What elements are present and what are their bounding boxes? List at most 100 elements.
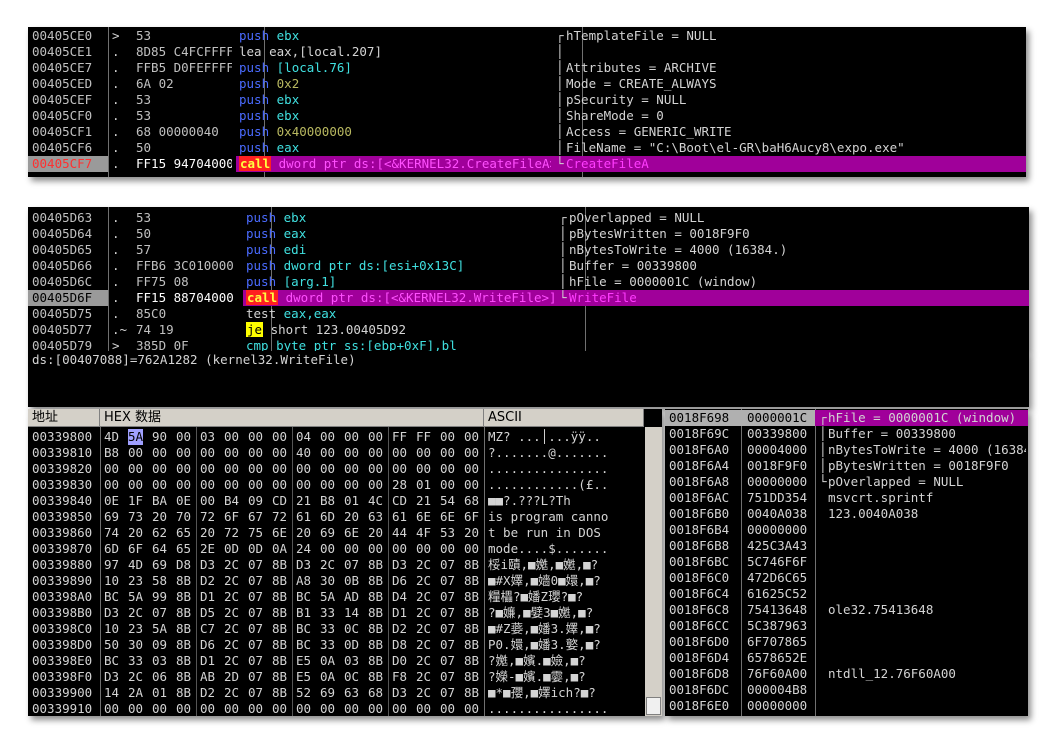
hex-byte[interactable]: 07 xyxy=(440,685,455,701)
dump-address[interactable]: 00339820 xyxy=(32,461,92,477)
dump-header-address[interactable]: 地址 xyxy=(28,409,100,427)
instruction[interactable]: push [arg.1] xyxy=(246,274,554,290)
hex-byte[interactable]: FF xyxy=(392,429,407,445)
ascii-text[interactable]: MZ? ...│...ÿÿ.. xyxy=(488,429,643,445)
hex-byte[interactable]: 0A xyxy=(320,653,335,669)
ascii-text[interactable]: ................ xyxy=(488,701,643,716)
hex-byte[interactable]: 00 xyxy=(152,701,167,716)
stack-address[interactable]: 0018F6C8 xyxy=(669,602,729,618)
address[interactable]: 00405D77 xyxy=(32,322,92,338)
hex-bytes[interactable]: 6A 02 xyxy=(136,76,232,92)
hex-byte[interactable]: 07 xyxy=(440,557,455,573)
hex-byte[interactable]: D3 xyxy=(200,557,215,573)
hex-byte[interactable]: 00 xyxy=(176,445,191,461)
hex-bytes[interactable]: 53 xyxy=(136,210,239,226)
hex-byte[interactable]: 4D xyxy=(104,429,119,445)
hex-byte[interactable]: 62 xyxy=(152,525,167,541)
hex-byte[interactable]: 33 xyxy=(320,621,335,637)
hex-byte[interactable]: FF xyxy=(416,429,431,445)
stack-row[interactable]: 0018F6D0 6F707865 xyxy=(665,634,1028,650)
dump-address[interactable]: 00339860 xyxy=(32,525,92,541)
dump-row[interactable]: 003398A0 BC 5A 99 8B D1 2C 07 8B BC 5A AD 8B D4 2C 07 8B… xyxy=(28,589,662,605)
stack-address[interactable]: 0018F6B0 xyxy=(669,506,729,522)
stack-address[interactable]: 0018F6B4 xyxy=(669,522,729,538)
stack-address[interactable]: 0018F6AC xyxy=(669,490,729,506)
hex-byte[interactable]: 4F xyxy=(416,525,431,541)
hex-byte[interactable]: 07 xyxy=(248,589,263,605)
dump-row[interactable]: 00339890 10 23 58 8B D2 2C 07 8B A8 30 0B 8B D6 2C 07 8B… xyxy=(28,573,662,589)
hex-byte[interactable]: 8B xyxy=(272,605,287,621)
stack-address[interactable]: 0018F6E0 xyxy=(669,698,729,714)
dump-row[interactable]: 003398B0 D3 2C 07 8B D5 2C 07 8B B1 33 14 8B D1 2C 07 8B… xyxy=(28,605,662,621)
hex-byte[interactable]: 63 xyxy=(344,685,359,701)
hex-byte[interactable]: 21 xyxy=(416,493,431,509)
instruction[interactable]: push eax xyxy=(239,140,551,156)
hex-byte[interactable]: 00 xyxy=(200,445,215,461)
address[interactable]: 00405D79 xyxy=(32,338,92,351)
hex-byte[interactable]: 01 xyxy=(152,685,167,701)
stack-address[interactable]: 0018F6A0 xyxy=(669,442,729,458)
hex-byte[interactable]: 00 xyxy=(344,477,359,493)
stack-row[interactable]: 0018F6CC 5C387963 xyxy=(665,618,1028,634)
hex-byte[interactable]: 01 xyxy=(416,477,431,493)
dump-row[interactable]: 00339840 0E 1F BA 0E 00 B4 09 CD 21 B8 01 4C CD 21 54 68… xyxy=(28,493,662,509)
address[interactable]: 00405D75 xyxy=(32,306,92,322)
hex-byte[interactable]: 07 xyxy=(440,605,455,621)
hex-byte[interactable]: 61 xyxy=(392,509,407,525)
hex-byte[interactable]: 00 xyxy=(200,493,215,509)
hex-byte[interactable]: 2C xyxy=(224,621,239,637)
stack-address[interactable]: 0018F6C4 xyxy=(669,586,729,602)
hex-byte[interactable]: 8B xyxy=(368,557,383,573)
hex-byte[interactable]: 69 xyxy=(320,525,335,541)
hex-bytes[interactable]: FF15 94704000 xyxy=(136,156,232,172)
address[interactable]: 00405D6C xyxy=(32,274,92,290)
stack-value[interactable]: 5C387963 xyxy=(747,618,807,634)
hex-bytes[interactable]: FF15 88704000 xyxy=(136,290,239,306)
hex-byte[interactable]: 8B xyxy=(368,589,383,605)
hex-byte[interactable]: 00 xyxy=(128,701,143,716)
instruction[interactable]: push eax xyxy=(246,226,554,242)
hex-byte[interactable]: 20 xyxy=(152,509,167,525)
hex-byte[interactable]: 00 xyxy=(296,477,311,493)
hex-byte[interactable]: 00 xyxy=(416,445,431,461)
instruction[interactable]: test eax,eax xyxy=(246,306,554,322)
instruction[interactable]: cmp byte ptr ss:[ebp+0xF],bl xyxy=(246,338,554,351)
hex-byte[interactable]: 2A xyxy=(128,685,143,701)
ascii-text[interactable]: 桵i賾,■嬔,■嬔,■? xyxy=(488,557,643,573)
hex-byte[interactable]: 8B xyxy=(272,685,287,701)
stack-value[interactable]: 75413648 xyxy=(747,602,807,618)
disasm-row[interactable]: 00405D77 .~ 74 19 je short 123.00405D92 xyxy=(28,322,1029,338)
stack-address[interactable]: 0018F6BC xyxy=(669,554,729,570)
instruction[interactable]: push dword ptr ds:[esi+0x13C] xyxy=(246,258,554,274)
hex-byte[interactable]: B1 xyxy=(296,605,311,621)
stack-address[interactable]: 0018F6D4 xyxy=(669,650,729,666)
hex-byte[interactable]: CD xyxy=(272,493,287,509)
disasm-row[interactable]: 00405D64. 50 push eax │ pBytesWritten = 0018… xyxy=(28,226,1029,242)
address[interactable]: 00405CEF xyxy=(32,92,92,108)
hex-byte[interactable]: 00 xyxy=(128,477,143,493)
dump-address[interactable]: 003398E0 xyxy=(32,653,92,669)
instruction[interactable]: push ebx xyxy=(239,28,551,44)
hex-byte[interactable]: 00 xyxy=(440,445,455,461)
hex-byte[interactable]: 00 xyxy=(128,445,143,461)
address[interactable]: 00405CE0 xyxy=(32,28,92,44)
hex-byte[interactable]: 00 xyxy=(392,701,407,716)
hex-byte[interactable]: 00 xyxy=(392,461,407,477)
stack-row[interactable]: 0018F6A0 00004000 │ nBytesToWrite = 4000 (1… xyxy=(665,442,1028,458)
hex-byte[interactable]: 8B xyxy=(368,669,383,685)
hex-byte[interactable]: 0E xyxy=(104,493,119,509)
stack-row[interactable]: 0018F6D8 76F60A00 ntdll_12.76F60A00 xyxy=(665,666,1028,682)
dump-address[interactable]: 003398C0 xyxy=(32,621,92,637)
hex-byte[interactable]: 6D xyxy=(104,541,119,557)
hex-byte[interactable]: 68 xyxy=(464,493,479,509)
hex-byte[interactable]: 00 xyxy=(320,429,335,445)
hex-byte[interactable]: D0 xyxy=(392,653,407,669)
hex-byte[interactable]: 00 xyxy=(464,429,479,445)
dump-address[interactable]: 00339830 xyxy=(32,477,92,493)
hex-byte[interactable]: AD xyxy=(344,589,359,605)
hex-byte[interactable]: E5 xyxy=(296,669,311,685)
hex-byte[interactable]: 00 xyxy=(128,461,143,477)
ascii-text[interactable]: ................ xyxy=(488,461,643,477)
hex-byte[interactable]: 69 xyxy=(152,557,167,573)
hex-byte[interactable]: 0D xyxy=(248,541,263,557)
